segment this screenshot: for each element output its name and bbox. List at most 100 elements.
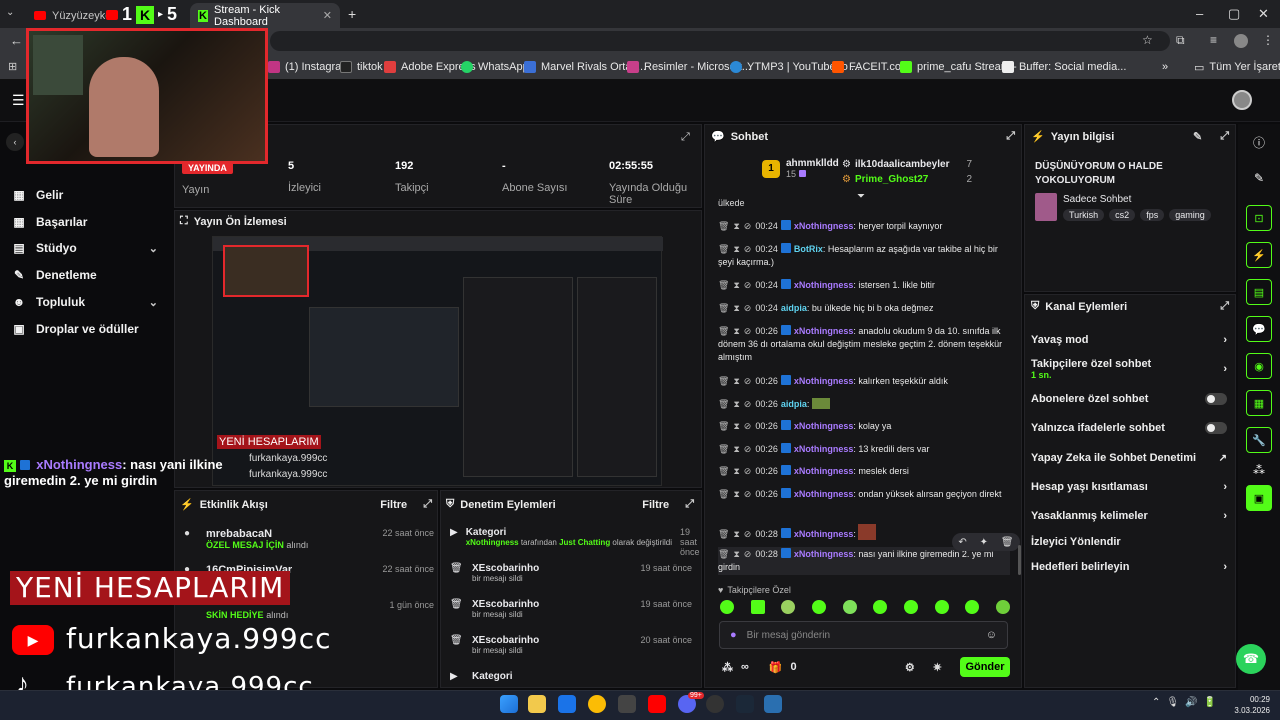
tag[interactable]: fps xyxy=(1140,209,1165,221)
rail-chat-button[interactable]: 💬 xyxy=(1246,316,1272,342)
action-goals[interactable]: Hedefleri belirleyin › xyxy=(1031,561,1227,573)
emotes-only-toggle[interactable] xyxy=(1205,422,1227,434)
bookmark-buffer[interactable]: Buffer: Social media... xyxy=(1002,58,1126,76)
tag[interactable]: cs2 xyxy=(1109,209,1136,221)
chat-message[interactable]: 🗑 ⧗ ⊘ 00:26 xNothingness: anadolu okudum 9 d… xyxy=(718,325,1010,364)
list-item[interactable]: ▶ Kategori xNothingness tarafından Just C… xyxy=(450,527,700,563)
menu-icon[interactable]: ⋮ xyxy=(1262,33,1274,47)
mic-icon[interactable]: ● xyxy=(730,629,737,641)
chat-message[interactable]: 🗑 ⧗ ⊘ 00:26 xNothingness: ondan yüksek alırs… xyxy=(718,488,1010,501)
list-item[interactable]: 🗑 XEscobarinho bir mesajı sildi 20 saat ö… xyxy=(450,635,692,671)
action-slow-mode[interactable]: Yavaş mod › xyxy=(1031,334,1227,346)
emote-icon[interactable] xyxy=(811,600,826,614)
chat-message[interactable]: 🗑 ⧗ ⊘ 00:24 aidpia: bu ülkede hiç bi b oka d… xyxy=(718,302,1010,315)
chat-message[interactable]: 🗑 ⧗ ⊘ 00:26 xNothingness: meslek dersi xyxy=(718,465,1010,478)
filter-button[interactable]: Filtre xyxy=(380,499,407,511)
star-icon[interactable]: ☆ xyxy=(1142,33,1153,47)
tab-search-icon[interactable]: ⌄ xyxy=(6,7,14,18)
extensions-icon[interactable]: ⧉ xyxy=(1176,33,1185,48)
sidebar-item-studyo[interactable]: ▤ Stüdyo ⌄ xyxy=(0,236,170,260)
profile-icon[interactable] xyxy=(1234,34,1248,48)
bookmark-tiktok[interactable]: tiktok xyxy=(340,58,383,76)
app-icon[interactable] xyxy=(618,695,636,713)
bookmark-whatsapp[interactable]: WhatsApp xyxy=(461,58,529,76)
close-window-icon[interactable]: ✕ xyxy=(1258,6,1269,22)
preview-video[interactable]: YENİ HESAPLARIM furkankaya.999cc furkank… xyxy=(212,236,663,486)
chat-message[interactable]: 🗑 ⧗ ⊘ 00:26 xNothingness: kalırken teşekkür … xyxy=(718,375,1010,388)
chat-scrollbar[interactable] xyxy=(1018,545,1021,575)
bookmark-faceit[interactable]: FACEIT.com xyxy=(832,58,910,76)
emote-icon[interactable] xyxy=(873,600,888,614)
action-account-age[interactable]: Hesap yaşı kısıtlaması › xyxy=(1031,481,1227,493)
apps-icon[interactable]: ⊞ xyxy=(8,60,17,73)
list-item[interactable]: 🗑 XEscobarinho bir mesajı sildi 19 saat ö… xyxy=(450,563,692,599)
youtube-icon[interactable] xyxy=(648,695,666,713)
edit-icon[interactable]: ✎ xyxy=(1193,130,1202,143)
tag[interactable]: gaming xyxy=(1169,209,1211,221)
emote-icon[interactable] xyxy=(750,600,765,614)
rail-layout-button[interactable]: ▦ xyxy=(1246,390,1272,416)
pen-icon[interactable]: ✎ xyxy=(1238,171,1280,185)
emote-icon[interactable] xyxy=(781,600,796,614)
obs-icon[interactable] xyxy=(706,695,724,713)
emote-icon[interactable] xyxy=(995,600,1010,614)
expand-icon[interactable]: ⤢ xyxy=(1220,300,1229,313)
emoji-icon[interactable]: ☺ xyxy=(986,629,997,641)
emote-icon[interactable] xyxy=(842,600,857,614)
url-field[interactable] xyxy=(270,31,1170,51)
tab-kick-dashboard[interactable]: K Stream - Kick Dashboard ✕ xyxy=(190,3,340,28)
settings-icon[interactable]: ⚙ xyxy=(905,661,915,674)
action-emotes-only[interactable]: Yalnızca ifadelerle sohbet xyxy=(1031,422,1227,434)
all-bookmarks-folder[interactable]: ▭Tüm Yer İşaretleri xyxy=(1194,58,1280,76)
tag[interactable]: Turkish xyxy=(1063,209,1105,221)
chat-message[interactable]: 🗑 ⧗ ⊘ 00:26 xNothingness: kolay ya xyxy=(718,420,1010,433)
community-icon[interactable]: ⁂ xyxy=(1238,463,1280,477)
emote-icon[interactable] xyxy=(903,600,918,614)
expand-icon[interactable]: ⤢ xyxy=(1220,130,1229,143)
rail-notes-button[interactable]: ▤ xyxy=(1246,279,1272,305)
emote-icon[interactable] xyxy=(934,600,949,614)
gift-icon[interactable]: 🎁 xyxy=(769,661,783,674)
rail-app-button[interactable]: ▣ xyxy=(1246,485,1272,511)
list-item[interactable]: ● mrebabacaN ÖZEL MESAJ İÇİN alındı 22 sa… xyxy=(184,528,434,564)
sidebar-item-gelir[interactable]: ▦ Gelir xyxy=(0,183,170,207)
action-raid[interactable]: İzleyici Yönlendir xyxy=(1031,536,1227,548)
minimize-icon[interactable]: – xyxy=(1196,6,1203,21)
sidebar-collapse-icon[interactable]: ‹ xyxy=(6,133,24,151)
chat-message[interactable]: 🗑 ⧗ ⊘ 00:28 xNothingness: nası yani ilkine g… xyxy=(718,547,1010,575)
list-item[interactable]: ▶ Kategori xyxy=(450,671,692,685)
action-banned-words[interactable]: Yasaklanmış kelimeler › xyxy=(1031,510,1227,522)
rail-bolt-button[interactable]: ⚡ xyxy=(1246,242,1272,268)
avatar[interactable] xyxy=(1232,90,1252,110)
outlook-icon[interactable] xyxy=(558,695,576,713)
settings-icon[interactable] xyxy=(764,695,782,713)
file-explorer-icon[interactable] xyxy=(528,695,546,713)
chat-message[interactable]: 🗑 ⧗ ⊘ 00:24 xNothingness: heryer torpil kayn… xyxy=(718,220,1010,233)
trash-icon[interactable]: 🗑 xyxy=(1001,537,1014,548)
steam-icon[interactable] xyxy=(736,695,754,713)
back-icon[interactable]: ← xyxy=(10,33,23,48)
expand-icon[interactable]: ⤢ xyxy=(681,131,690,144)
reply-icon[interactable]: ↶ xyxy=(958,537,966,548)
rail-broadcast-button[interactable]: ◉ xyxy=(1246,353,1272,379)
chat-collapse-icon[interactable]: ⏷ xyxy=(857,191,865,202)
expand-icon[interactable]: ⤢ xyxy=(685,498,694,511)
emote-icon[interactable] xyxy=(720,600,734,614)
filter-button[interactable]: Filtre xyxy=(642,499,669,511)
action-subscribers-only[interactable]: Abonelere özel sohbet xyxy=(1031,393,1227,405)
send-button[interactable]: Gönder xyxy=(960,657,1010,677)
hamburger-icon[interactable]: ☰ xyxy=(12,92,25,109)
action-followers-only[interactable]: Takipçilere özel sohbet 1 sn. › xyxy=(1031,358,1227,380)
subscribers-only-toggle[interactable] xyxy=(1205,393,1227,405)
rail-wrench-button[interactable]: 🔧 xyxy=(1246,427,1272,453)
chat-message[interactable]: 🗑 ⧗ ⊘ 00:24 BotRix: Hesaplarım az aşağıda va… xyxy=(718,243,1010,269)
media-icon[interactable]: ≡ xyxy=(1210,33,1217,47)
chrome-icon[interactable] xyxy=(588,695,606,713)
points-icon[interactable]: ⁂ xyxy=(722,661,733,674)
sidebar-item-denetleme[interactable]: ✎ Denetleme xyxy=(0,263,170,287)
chat-message[interactable]: 🗑 ⧗ ⊘ 00:26 aidpia: xyxy=(718,398,1010,411)
bookmark-instagram[interactable]: (1) Instagram xyxy=(268,58,350,76)
tab-close-icon[interactable]: ✕ xyxy=(323,9,332,22)
more-bookmarks-button[interactable]: » xyxy=(1162,58,1168,76)
sidebar-item-droplar[interactable]: ▣ Droplar ve ödüller xyxy=(0,317,170,341)
